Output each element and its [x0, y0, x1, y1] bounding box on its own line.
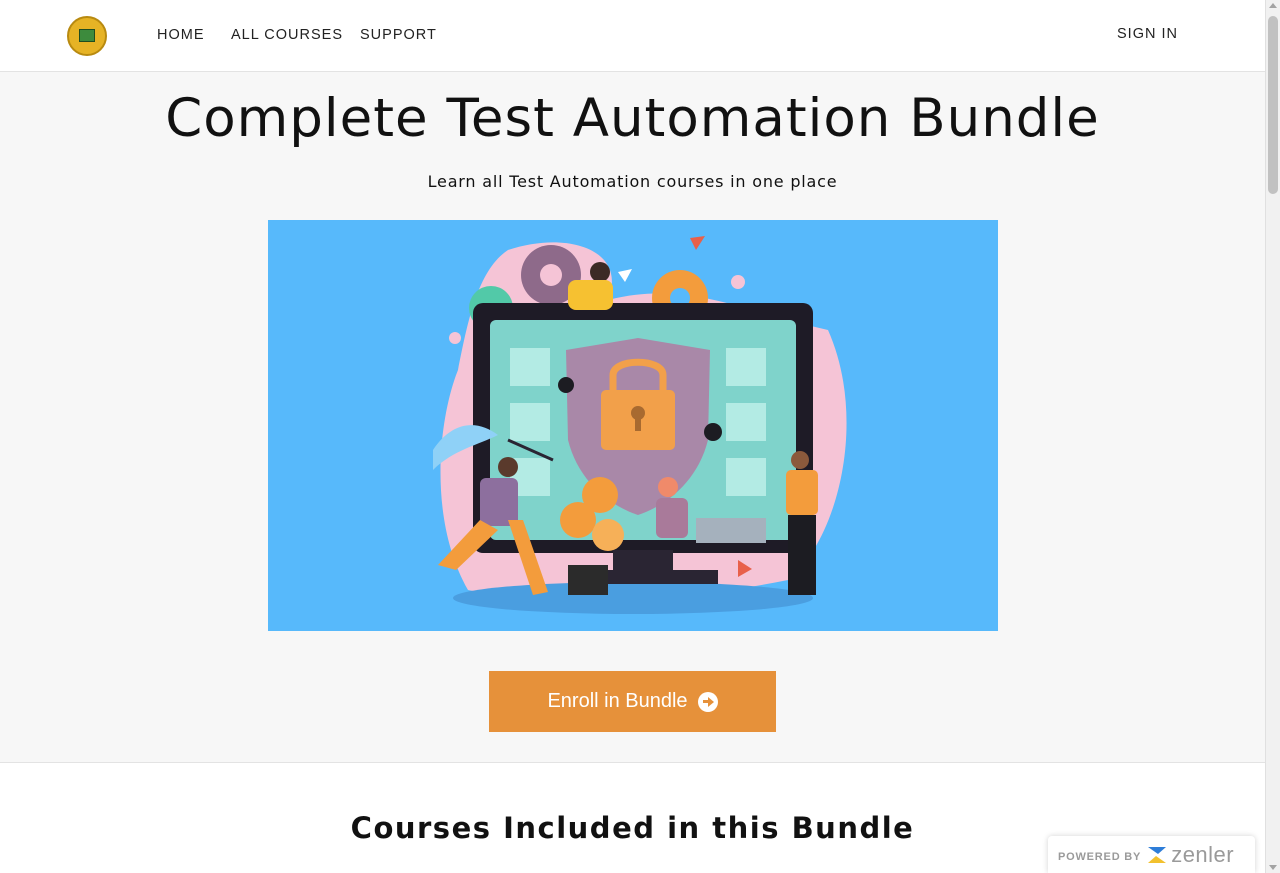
scroll-down-arrow-icon[interactable] [1269, 865, 1277, 870]
powered-by-label: POWERED BY [1058, 850, 1142, 863]
nav-home-link[interactable]: HOME [157, 27, 205, 43]
enroll-in-bundle-button[interactable]: Enroll in Bundle [489, 671, 776, 732]
bundle-hero-image [268, 220, 998, 631]
logo-emblem-icon [79, 29, 95, 42]
zenler-brand-name: zenler [1171, 841, 1235, 867]
top-navbar: HOME ALL COURSES SUPPORT SIGN IN [0, 0, 1265, 72]
nav-support-link[interactable]: SUPPORT [360, 27, 437, 43]
arrow-circle-right-icon [697, 691, 718, 712]
scrollbar-thumb[interactable] [1268, 16, 1278, 194]
security-illustration-icon [433, 236, 847, 614]
sign-in-link[interactable]: SIGN IN [1117, 26, 1178, 42]
powered-by-zenler-badge[interactable]: POWERED BY zenler [1048, 836, 1255, 873]
page-scrollbar[interactable] [1265, 0, 1280, 873]
enroll-button-label: Enroll in Bundle [547, 690, 688, 712]
page-subtitle: Learn all Test Automation courses in one… [427, 172, 838, 191]
scroll-up-arrow-icon[interactable] [1269, 3, 1277, 8]
nav-all-courses-link[interactable]: ALL COURSES [231, 27, 343, 43]
zenler-logo-icon [1148, 846, 1167, 863]
site-logo[interactable] [67, 16, 107, 56]
page-title: Complete Test Automation Bundle [165, 88, 1100, 149]
